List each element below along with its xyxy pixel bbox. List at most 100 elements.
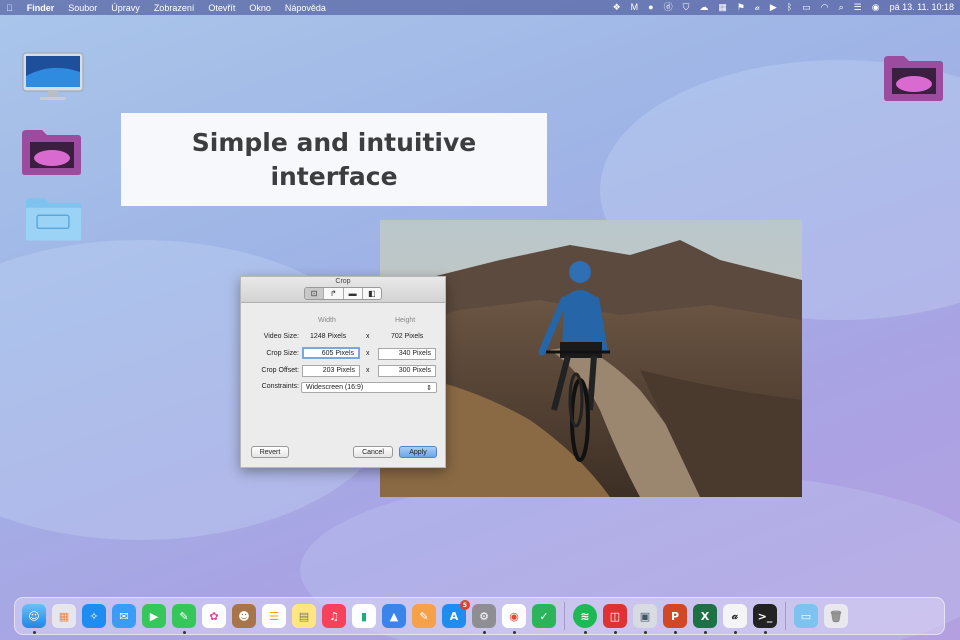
- finder-icon[interactable]: ☺: [22, 604, 46, 634]
- menu-item-otevrit[interactable]: Otevřít: [208, 3, 235, 13]
- feedly-icon[interactable]: ✓: [532, 604, 556, 628]
- grid-icon[interactable]: ▦: [718, 3, 727, 12]
- headline-title: Simple and intuitive interface: [191, 127, 477, 191]
- record-icon[interactable]: ●: [648, 3, 653, 12]
- menu-item-soubor[interactable]: Soubor: [68, 3, 97, 13]
- running-indicator: [482, 631, 486, 634]
- facetime-icon[interactable]: ▶: [142, 604, 166, 628]
- shield-icon[interactable]: ⛉: [683, 3, 690, 12]
- signature-icon[interactable]: 𝒶: [755, 3, 760, 12]
- revert-button[interactable]: Revert: [251, 446, 289, 458]
- crop-toolbar-segments: ⊡ ↱ ▬ ◧: [304, 287, 382, 300]
- circle-d-icon[interactable]: ⓓ: [664, 3, 673, 12]
- flag-icon[interactable]: ⚑: [737, 3, 745, 12]
- photos-icon[interactable]: ✿: [202, 604, 226, 628]
- height-column-header: Height: [395, 317, 416, 324]
- app-store-badge: 5: [460, 600, 470, 610]
- spotify-icon[interactable]: ≋: [573, 604, 597, 634]
- menu-item-okno[interactable]: Okno: [249, 3, 271, 13]
- numbers-icon[interactable]: ▮: [352, 604, 376, 628]
- resize-icon[interactable]: ◧: [363, 288, 381, 299]
- battery-icon[interactable]: ▭: [802, 3, 811, 12]
- stepper-arrows-icon: ⇕: [426, 384, 432, 392]
- search-icon[interactable]: ⌕: [839, 3, 844, 12]
- offset-y-field[interactable]: 300 Pixels: [378, 365, 436, 377]
- dialog-titlebar[interactable]: Crop ⊡ ↱ ▬ ◧: [241, 277, 445, 303]
- dock: ☺ ▦ ✧ ✉ ▶ ✎ ✿ ☻ ☰ ▤ ♫ ▮ ▲ ✎ A5 ⚙ ◉ ✓ ≋ ◫…: [14, 597, 945, 635]
- crop-dialog: Crop ⊡ ↱ ▬ ◧ Width Height Video Size: 12…: [240, 276, 446, 468]
- menu-item-upravy[interactable]: Úpravy: [111, 3, 140, 13]
- crop-height-field[interactable]: 340 Pixels: [378, 348, 436, 360]
- messages-icon[interactable]: ✎: [172, 604, 196, 634]
- powerpoint-icon[interactable]: P: [663, 604, 687, 634]
- offset-x-field[interactable]: 203 Pixels: [302, 365, 360, 377]
- play-icon[interactable]: ▶: [770, 3, 777, 12]
- preview-icon[interactable]: ▣: [633, 604, 657, 634]
- imac-icon: [22, 52, 84, 100]
- launchpad-icon[interactable]: ▦: [52, 604, 76, 628]
- purple-folder-icon[interactable]: [20, 128, 82, 181]
- imac-desktop-icon[interactable]: [22, 52, 84, 107]
- pages-icon[interactable]: ✎: [412, 604, 436, 628]
- headline-card: Simple and intuitive interface: [121, 113, 547, 206]
- constraints-select[interactable]: Widescreen (16:9) ⇕: [301, 382, 437, 393]
- menu-app-name[interactable]: Finder: [27, 3, 55, 13]
- app-store-icon[interactable]: A5: [442, 600, 470, 628]
- constraints-label: Constraints:: [261, 383, 299, 390]
- running-indicator: [703, 631, 707, 634]
- contacts-icon[interactable]: ☻: [232, 604, 256, 628]
- music-icon[interactable]: ♫: [322, 604, 346, 628]
- video-size-label: Video Size:: [263, 333, 299, 340]
- chrome-icon[interactable]: ◉: [502, 604, 526, 634]
- video-size-width: 1248 Pixels: [310, 333, 347, 340]
- cancel-button[interactable]: Cancel: [353, 446, 393, 458]
- menu-clock[interactable]: pá 13. 11. 10:18: [890, 3, 954, 12]
- notes-icon[interactable]: ▤: [292, 604, 316, 628]
- menu-bar:  Finder Soubor Úpravy Zobrazení Otevřít…: [0, 0, 960, 15]
- cloud-icon[interactable]: ☁: [699, 3, 708, 12]
- terminal-icon[interactable]: >_: [753, 604, 777, 634]
- menu-item-zobrazeni[interactable]: Zobrazení: [154, 3, 195, 13]
- running-indicator: [512, 631, 516, 634]
- safari-icon[interactable]: ✧: [82, 604, 106, 628]
- running-indicator: [32, 631, 36, 634]
- downloads-folder-icon[interactable]: ▭: [794, 604, 818, 628]
- m-app-icon[interactable]: M: [631, 3, 639, 12]
- folder-icon: [884, 56, 943, 101]
- system-preferences-icon[interactable]: ⚙: [472, 604, 496, 634]
- dock-separator: [564, 602, 565, 630]
- trash-icon[interactable]: 🗑: [824, 604, 848, 628]
- running-indicator: [643, 631, 647, 634]
- dropbox-icon[interactable]: ❖: [613, 3, 621, 12]
- reminders-icon[interactable]: ☰: [262, 604, 286, 628]
- parallels-icon[interactable]: ◫: [603, 604, 627, 634]
- crop-size-label: Crop Size:: [266, 350, 299, 357]
- constraints-value: Widescreen (16:9): [306, 384, 364, 391]
- mail-icon[interactable]: ✉: [112, 604, 136, 628]
- siri-icon[interactable]: ◉: [872, 3, 880, 12]
- bluetooth-icon[interactable]: ᛒ: [787, 3, 792, 12]
- control-center-icon[interactable]: ☰: [854, 3, 862, 12]
- apply-button[interactable]: Apply: [399, 446, 437, 458]
- video-size-height: 702 Pixels: [391, 333, 424, 340]
- menu-item-napoveda[interactable]: Nápověda: [285, 3, 326, 13]
- times-sign: x: [366, 350, 370, 357]
- times-sign: x: [366, 367, 370, 374]
- flip-icon[interactable]: ▬: [344, 288, 363, 299]
- running-indicator: [583, 631, 587, 634]
- dialog-title: Crop: [335, 278, 351, 285]
- rotate-icon[interactable]: ↱: [324, 288, 344, 299]
- wifi-icon[interactable]: ◠: [821, 3, 829, 12]
- keynote-icon[interactable]: ▲: [382, 604, 406, 628]
- folder-icon: [25, 198, 82, 241]
- crop-tool-icon[interactable]: ⊡: [305, 288, 325, 299]
- purple-folder-icon-right[interactable]: [882, 54, 944, 107]
- crop-width-field[interactable]: 605 Pixels: [302, 347, 360, 359]
- signature-app-icon[interactable]: 𝒶: [723, 604, 747, 634]
- excel-icon[interactable]: X: [693, 604, 717, 634]
- crop-offset-label: Crop Offset:: [261, 367, 299, 374]
- apple-menu-icon[interactable]: : [6, 3, 13, 13]
- blue-folder-icon[interactable]: [24, 196, 82, 247]
- running-indicator: [182, 631, 186, 634]
- running-indicator: [673, 631, 677, 634]
